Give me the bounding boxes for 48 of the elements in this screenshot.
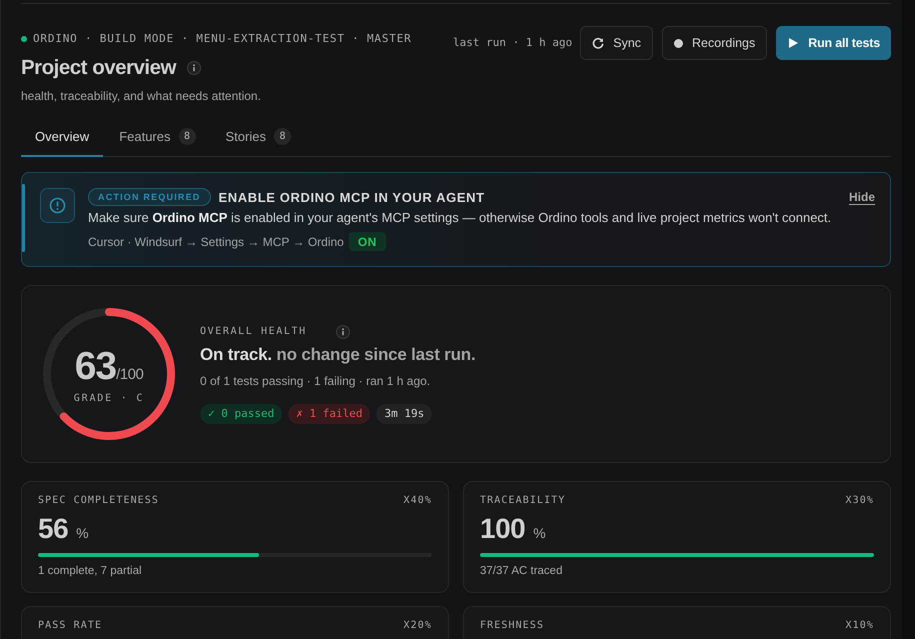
score-max: /100 xyxy=(116,366,144,383)
last-run-text: last run · 1 h ago xyxy=(453,36,572,50)
metric-label: PASS RATE xyxy=(38,619,102,633)
grade-label: GRADE · C xyxy=(74,392,144,406)
tab[interactable]: Stories 8 xyxy=(212,116,305,157)
duration-pill: 3m 19s xyxy=(376,404,432,424)
play-icon xyxy=(789,38,798,48)
alert-title: ENABLE ORDINO MCP IN YOUR AGENT xyxy=(218,190,485,204)
alert-message: Make sure Ordino MCP is enabled in your agent's MCP settings — otherwise Ordino tools and live project metrics won't connect. xyxy=(88,210,832,226)
metric-note: 1 complete, 7 partial xyxy=(38,564,143,578)
breadcrumb: ORDINO · BUILD MODE · MENU-EXTRACTION-TEST · MASTER xyxy=(33,32,412,46)
dot-icon xyxy=(674,38,684,48)
tab[interactable]: Features 8 xyxy=(105,116,210,157)
refresh-icon xyxy=(592,37,604,49)
info-icon xyxy=(336,324,350,338)
status-badge: ON xyxy=(348,232,386,251)
failed-pill: ✗ 1 failed xyxy=(288,404,370,424)
alert-badge: ACTION REQUIRED xyxy=(88,188,211,206)
tab[interactable]: Overview xyxy=(21,116,104,157)
metric-label: FRESHNESS xyxy=(480,619,544,633)
sync-button[interactable]: Sync xyxy=(580,26,654,60)
health-summary: 0 of 1 tests passing · 1 failing · ran 1 h ago. xyxy=(200,372,432,388)
metric-label: TRACEABILITY xyxy=(480,494,566,508)
metric-note: 37/37 AC traced xyxy=(480,564,564,578)
metric-label: SPEC COMPLETENESS xyxy=(38,494,160,508)
alert-icon xyxy=(40,188,75,223)
metric-value: 56 xyxy=(38,513,68,545)
score-value: 63 xyxy=(74,346,116,388)
page-title: Project overview xyxy=(21,55,176,81)
weight-label: X10% xyxy=(846,619,874,633)
settings-path: Cursor · Windsurf → Settings → MCP → Ordino xyxy=(88,234,344,250)
weight-label: X20% xyxy=(404,619,432,633)
page-subtitle: health, traceability, and what needs attention. xyxy=(21,88,262,104)
status-dot-icon xyxy=(21,36,27,42)
hide-link[interactable]: Hide xyxy=(848,190,875,204)
weight-label: X30% xyxy=(846,494,874,508)
metric-unit: % xyxy=(76,525,89,541)
recordings-button[interactable]: Recordings xyxy=(662,26,768,60)
health-label: OVERALL HEALTH xyxy=(200,324,307,338)
passed-pill: ✓ 0 passed xyxy=(200,404,282,424)
metric-unit: % xyxy=(533,525,546,541)
metric-value: 100 xyxy=(480,513,526,545)
weight-label: X40% xyxy=(404,494,432,508)
info-icon xyxy=(186,61,201,75)
count-badge: 8 xyxy=(178,128,196,145)
run-all-tests-button[interactable]: Run all tests xyxy=(776,26,891,60)
count-badge: 8 xyxy=(274,128,291,145)
health-headline: On track. no change since last run. xyxy=(200,344,476,366)
